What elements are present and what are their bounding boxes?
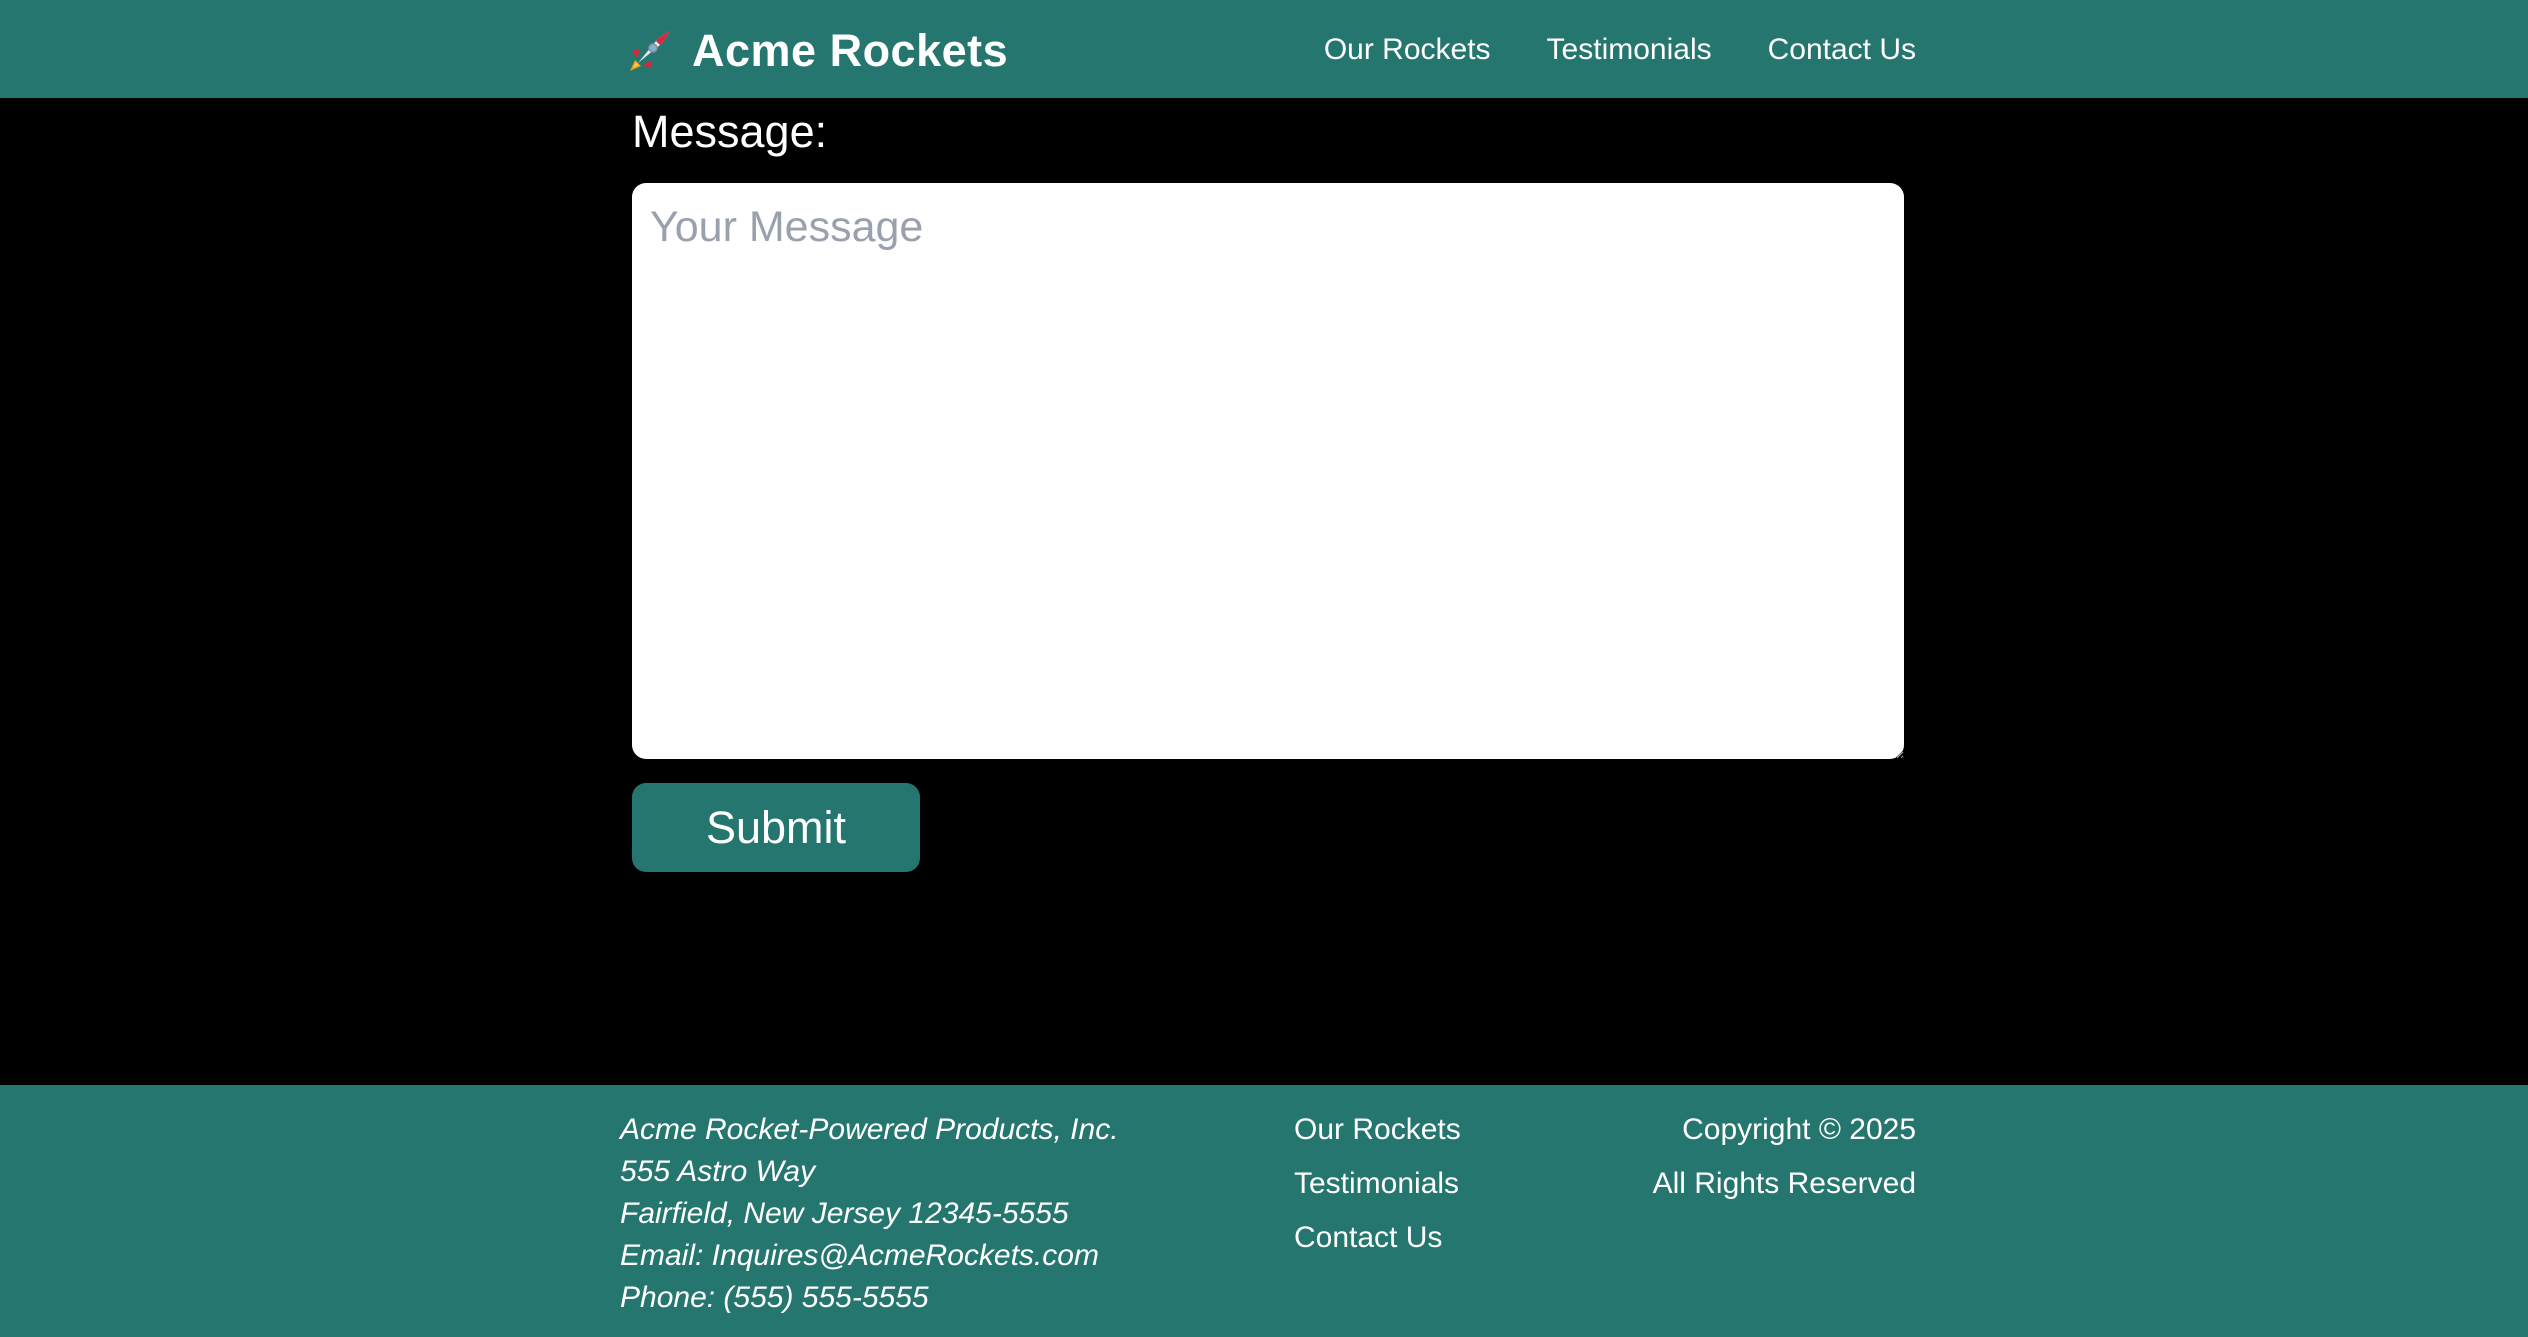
message-textarea[interactable] <box>632 183 1904 759</box>
footer-company-name: Acme Rocket-Powered Products, Inc. <box>620 1113 1119 1146</box>
nav-link-our-rockets[interactable]: Our Rockets <box>1324 33 1491 67</box>
footer-link-our-rockets[interactable]: Our Rockets <box>1294 1109 1461 1151</box>
footer-address: Acme Rocket-Powered Products, Inc. 555 A… <box>620 1109 1119 1319</box>
copyright-text: Copyright © 2025 <box>1682 1113 1916 1146</box>
footer-copyright: Copyright © 2025 All Rights Reserved <box>1653 1109 1916 1205</box>
main-nav: Our Rockets Testimonials Contact Us <box>1324 24 1916 76</box>
footer-city: Fairfield, New Jersey 12345-5555 <box>620 1197 1069 1230</box>
rocket-icon <box>630 31 670 71</box>
footer-email: Email: Inquires@AcmeRockets.com <box>620 1239 1099 1272</box>
rights-text: All Rights Reserved <box>1652 1167 1916 1200</box>
nav-link-testimonials[interactable]: Testimonials <box>1547 33 1712 67</box>
page: Acme Rockets Our Rockets Testimonials Co… <box>0 0 2528 1337</box>
site-footer: Acme Rocket-Powered Products, Inc. 555 A… <box>0 1085 2528 1337</box>
footer-nav: Our Rockets Testimonials Contact Us <box>1294 1109 1461 1259</box>
footer-phone: Phone: (555) 555-5555 <box>620 1281 929 1314</box>
footer-street: 555 Astro Way <box>620 1155 816 1188</box>
submit-button[interactable]: Submit <box>632 783 920 872</box>
footer-link-contact-us[interactable]: Contact Us <box>1294 1217 1461 1259</box>
footer-link-testimonials[interactable]: Testimonials <box>1294 1163 1461 1205</box>
nav-link-contact-us[interactable]: Contact Us <box>1768 33 1916 67</box>
brand-logo-link[interactable]: Acme Rockets <box>626 22 1008 80</box>
brand-name: Acme Rockets <box>692 25 1009 76</box>
site-header: Acme Rockets Our Rockets Testimonials Co… <box>0 0 2528 98</box>
message-label: Message: <box>632 106 828 157</box>
